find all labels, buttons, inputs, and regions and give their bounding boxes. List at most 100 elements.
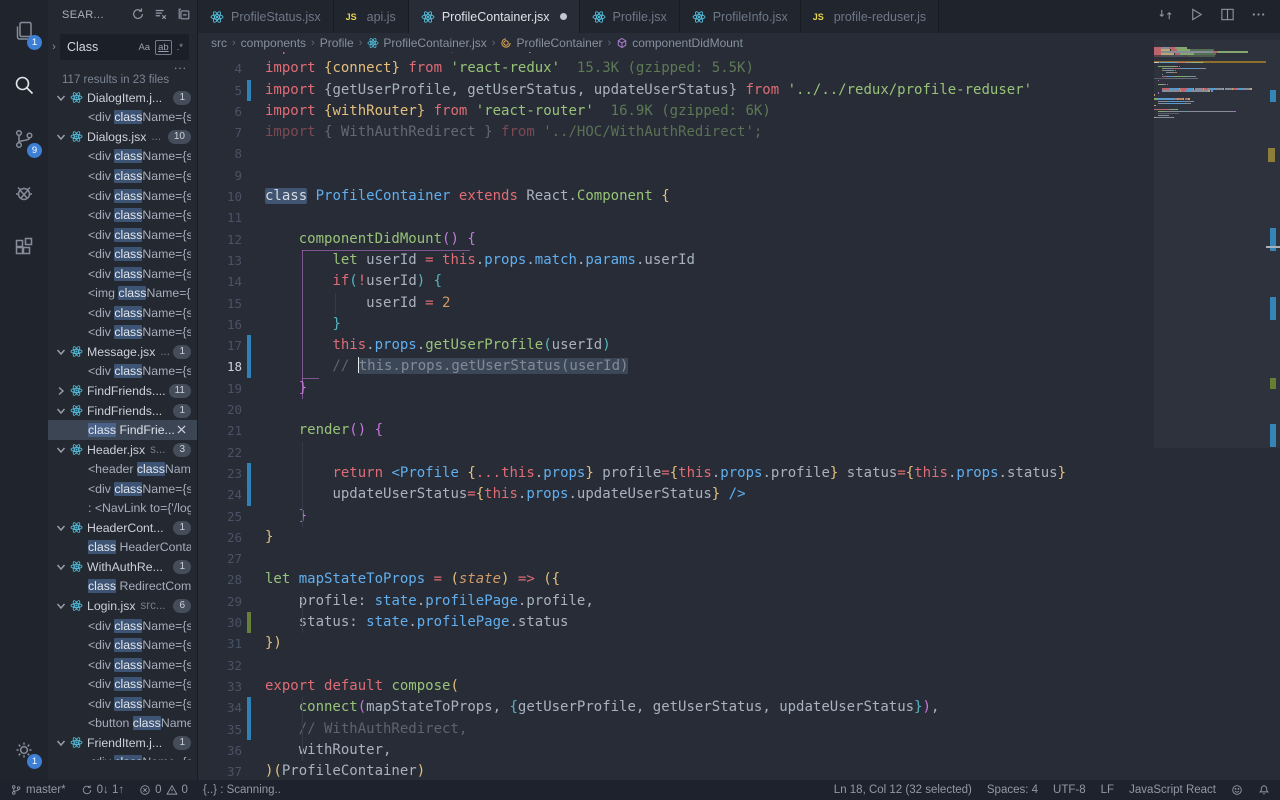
code-line[interactable]: 26}	[198, 527, 1280, 548]
chevron-down-icon[interactable]	[56, 445, 70, 455]
code-line[interactable]: 25 }	[198, 506, 1280, 527]
statusbar-branch[interactable]: master*	[10, 784, 66, 796]
tab-ProfileStatus.jsx[interactable]: ProfileStatus.jsx	[198, 0, 334, 33]
statusbar-sync[interactable]: 0↓ 1↑	[81, 784, 124, 796]
compare-changes-icon[interactable]	[1158, 7, 1173, 27]
search-result-match[interactable]: <div className={st...	[48, 362, 197, 382]
code-line[interactable]: 32	[198, 655, 1280, 676]
search-result-match[interactable]: <button className...	[48, 714, 197, 734]
search-result-match[interactable]: class HeaderContai...	[48, 538, 197, 558]
search-result-match[interactable]: <div className={st...	[48, 655, 197, 675]
minimap-slider[interactable]	[1154, 40, 1280, 448]
search-result-match[interactable]: <div className={st...	[48, 244, 197, 264]
search-result-match[interactable]: <div className={st...	[48, 674, 197, 694]
code-line[interactable]: 17 this.props.getUserProfile(userId)	[198, 335, 1280, 357]
code-line[interactable]: 11	[198, 207, 1280, 228]
statusbar-notifications[interactable]	[1258, 784, 1270, 796]
search-result-match[interactable]: <div className={st...	[48, 694, 197, 714]
toggle-replace-chevron[interactable]: ›	[48, 41, 60, 53]
code-line[interactable]: 18 // this.props.getUserStatus(userId)	[198, 356, 1280, 378]
explorer-icon[interactable]: 1	[0, 8, 48, 54]
settings-gear-icon[interactable]: 1	[0, 727, 48, 773]
search-result-file[interactable]: FriendItem.j... 1	[48, 733, 197, 753]
search-result-match[interactable]: class RedirectComp...	[48, 577, 197, 597]
refresh-icon[interactable]	[131, 7, 145, 24]
breadcrumb-item-ProfileContainer.jsx[interactable]: ProfileContainer.jsx	[367, 36, 487, 50]
code-line[interactable]: 34 connect(mapStateToProps, {getUserProf…	[198, 697, 1280, 719]
tab-api.js[interactable]: JS api.js	[333, 0, 409, 33]
code-line[interactable]: 9	[198, 165, 1280, 186]
statusbar-feedback[interactable]	[1231, 784, 1243, 796]
search-result-match[interactable]: <div className={st...	[48, 479, 197, 499]
search-result-file[interactable]: Header.jsx s... 3	[48, 440, 197, 460]
code-line[interactable]: 22	[198, 442, 1280, 463]
search-result-file[interactable]: Login.jsx src... 6	[48, 596, 197, 616]
search-result-file[interactable]: HeaderCont... 1	[48, 518, 197, 538]
code-line[interactable]: 35 // WithAuthRedirect,	[198, 718, 1280, 740]
tab-profile-reduser.js[interactable]: JS profile-reduser.js	[800, 0, 940, 33]
search-result-match[interactable]: <div className={st...	[48, 147, 197, 167]
search-result-match[interactable]: class FindFrie...	[48, 420, 197, 440]
chevron-down-icon[interactable]	[56, 562, 70, 572]
code-line[interactable]: 27	[198, 548, 1280, 569]
search-result-file[interactable]: FindFriends.... 11	[48, 381, 197, 401]
code-line[interactable]: 16 }	[198, 314, 1280, 335]
chevron-down-icon[interactable]	[56, 132, 70, 142]
search-result-match[interactable]: <div className={st...	[48, 303, 197, 323]
search-input[interactable]: Class Aa ab .*	[60, 34, 189, 60]
chevron-down-icon[interactable]	[56, 523, 70, 533]
code-line[interactable]: 20	[198, 399, 1280, 420]
code-line[interactable]: 19 }	[198, 378, 1280, 399]
code-line[interactable]: 12 componentDidMount() {	[198, 229, 1280, 250]
dismiss-match-icon[interactable]	[177, 423, 191, 437]
search-result-match[interactable]: <div className={st...	[48, 225, 197, 245]
run-icon[interactable]	[1189, 7, 1204, 27]
code-line[interactable]: 29 profile: state.profilePage.profile,	[198, 591, 1280, 612]
breadcrumb-item-ProfileContainer[interactable]: ProfileContainer	[500, 36, 603, 50]
search-result-match[interactable]: <img className={s...	[48, 283, 197, 303]
toggle-search-details[interactable]: ...	[174, 58, 187, 72]
search-result-match[interactable]: <div className={st...	[48, 753, 197, 760]
chevron-right-icon[interactable]	[56, 386, 70, 396]
statusbar-problems[interactable]: 00	[139, 784, 188, 796]
split-editor-icon[interactable]	[1220, 7, 1235, 27]
breadcrumb-item-src[interactable]: src	[211, 36, 227, 50]
search-result-match[interactable]: : <NavLink to={'/log...	[48, 498, 197, 518]
chevron-down-icon[interactable]	[56, 738, 70, 748]
search-result-file[interactable]: FindFriends... 1	[48, 401, 197, 421]
breadcrumb-item-Profile[interactable]: Profile	[320, 36, 354, 50]
source-control-icon[interactable]: 9	[0, 116, 48, 162]
chevron-down-icon[interactable]	[56, 601, 70, 611]
code-line[interactable]: 15 userId = 2	[198, 293, 1280, 314]
statusbar-eol[interactable]: LF	[1101, 784, 1114, 796]
code-line[interactable]: 5 import {getUserProfile, getUserStatus, …	[198, 79, 1280, 101]
statusbar-cursor-position[interactable]: Ln 18, Col 12 (32 selected)	[834, 784, 972, 796]
code-line[interactable]: 37)(ProfileContainer)	[198, 761, 1280, 780]
statusbar-encoding[interactable]: UTF-8	[1053, 784, 1086, 796]
statusbar-language-mode[interactable]: JavaScript React	[1129, 784, 1216, 796]
tab-ProfileInfo.jsx[interactable]: ProfileInfo.jsx	[679, 0, 801, 33]
statusbar-scanning[interactable]: {..} : Scanning..	[203, 784, 281, 796]
chevron-down-icon[interactable]	[56, 93, 70, 103]
code-line[interactable]: 24 updateUserStatus={this.props.updateUs…	[198, 484, 1280, 506]
whole-word-toggle[interactable]: ab	[155, 39, 172, 55]
search-icon[interactable]	[0, 62, 48, 108]
breadcrumb[interactable]: src › components › Profile › ProfileContainer.…	[198, 33, 1280, 52]
code-line[interactable]: 13 let userId = this.props.match.params.…	[198, 250, 1280, 271]
code-line[interactable]: 30 status: state.profilePage.status	[198, 612, 1280, 634]
code-line[interactable]: 36 withRouter,	[198, 740, 1280, 761]
code-line[interactable]: 4 import {connect} from 'react-redux' 15.…	[198, 58, 1280, 79]
statusbar-indentation[interactable]: Spaces: 4	[987, 784, 1038, 796]
code-line[interactable]: 7 import { WithAuthRedirect } from '../HO…	[198, 122, 1280, 143]
code-line[interactable]: 10 class ProfileContainer extends React.C…	[198, 186, 1280, 207]
code-line[interactable]: 31})	[198, 633, 1280, 654]
tab-ProfileContainer.jsx[interactable]: ProfileContainer.jsx	[408, 0, 580, 33]
match-case-toggle[interactable]: Aa	[136, 41, 152, 54]
more-actions-icon[interactable]	[1251, 7, 1266, 27]
search-result-file[interactable]: Message.jsx... 1	[48, 342, 197, 362]
search-result-match[interactable]: <header className...	[48, 459, 197, 479]
debug-icon[interactable]	[0, 170, 48, 216]
code-line[interactable]: 28 let mapStateToProps = (state) => ({	[198, 569, 1280, 590]
breadcrumb-item-components[interactable]: components	[241, 36, 306, 50]
extensions-icon[interactable]	[0, 224, 48, 270]
